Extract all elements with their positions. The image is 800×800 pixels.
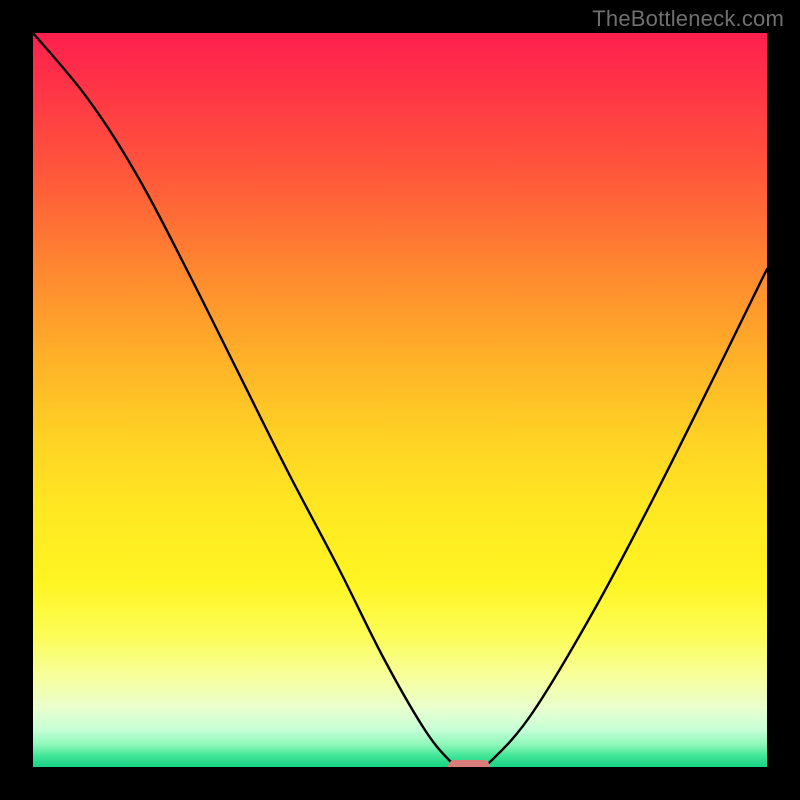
watermark-label: TheBottleneck.com (592, 6, 784, 32)
bottleneck-curve (33, 33, 767, 767)
plot-area (33, 33, 767, 767)
optimum-marker (448, 760, 490, 767)
chart-frame: TheBottleneck.com (0, 0, 800, 800)
